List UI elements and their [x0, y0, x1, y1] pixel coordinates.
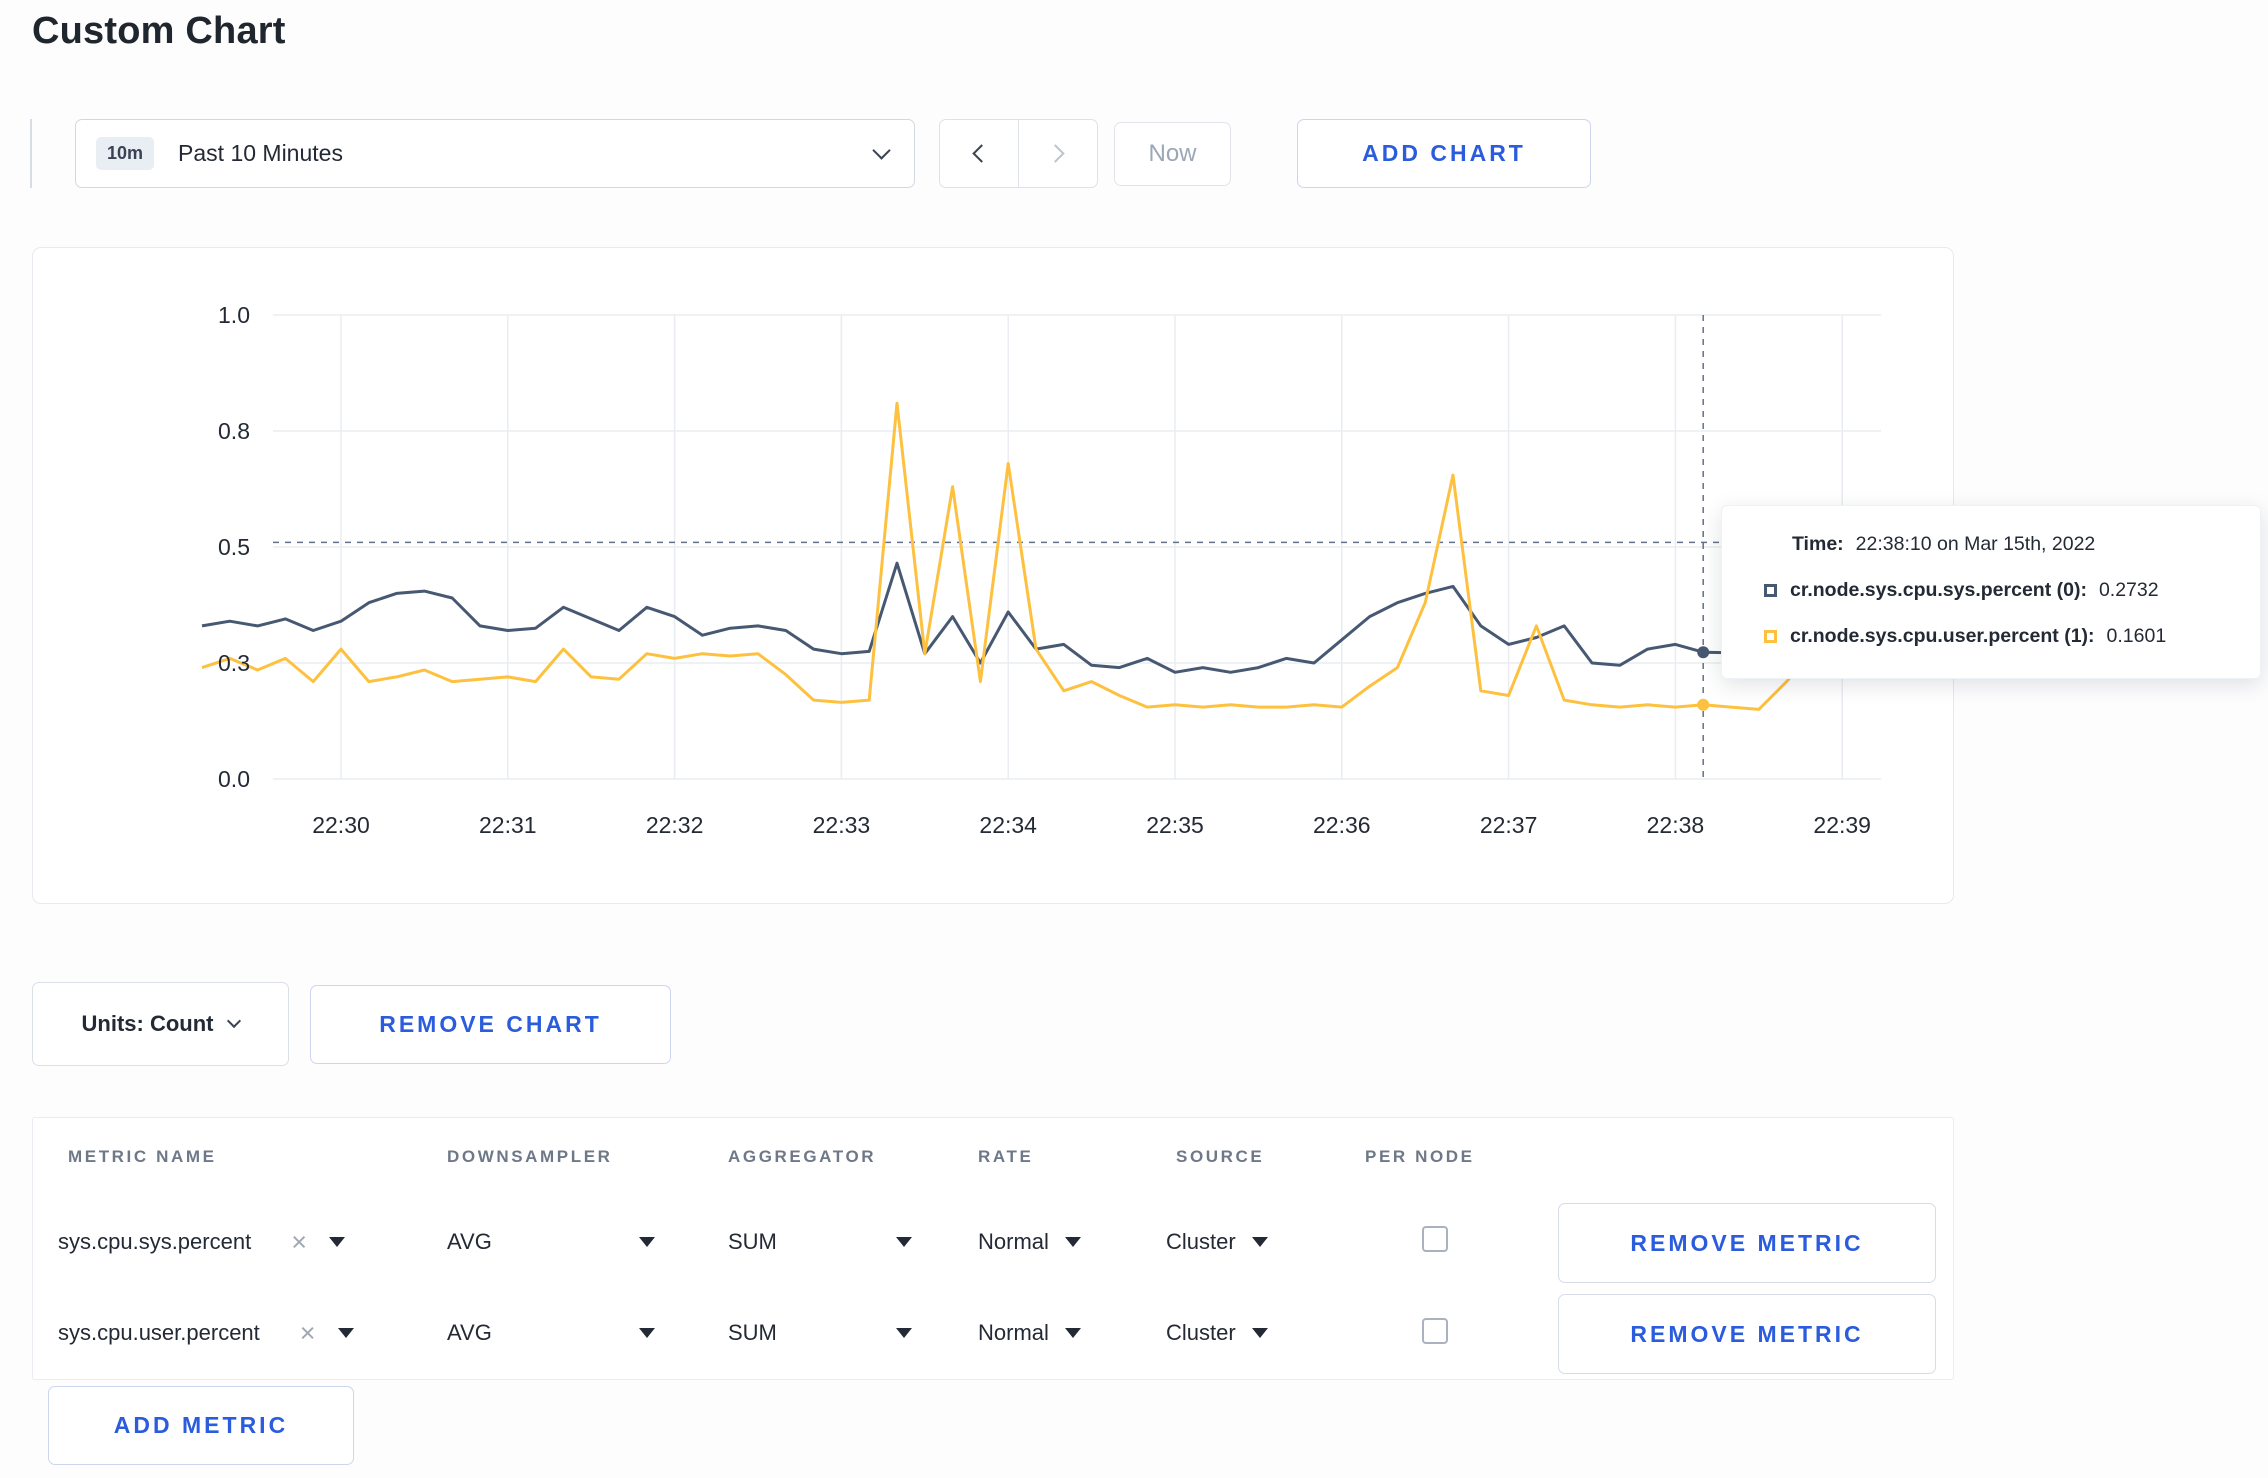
- svg-text:22:32: 22:32: [646, 812, 704, 838]
- aggregator-value: SUM: [728, 1320, 777, 1345]
- metric-name-select[interactable]: sys.cpu.user.percent ×: [58, 1315, 354, 1351]
- clear-icon[interactable]: ×: [291, 1228, 307, 1256]
- tooltip-time-label: Time:: [1792, 533, 1844, 555]
- svg-text:22:34: 22:34: [979, 812, 1037, 838]
- per-node-checkbox[interactable]: [1422, 1226, 1448, 1252]
- tooltip-series-label: cr.node.sys.cpu.sys.percent (0):: [1790, 579, 2087, 601]
- caret-down-icon: [639, 1328, 655, 1338]
- svg-text:22:37: 22:37: [1480, 812, 1538, 838]
- source-select[interactable]: Cluster: [1166, 1224, 1268, 1260]
- caret-down-icon: [1064, 1237, 1081, 1247]
- tooltip-series-row: cr.node.sys.cpu.user.percent (1): 0.1601: [1764, 625, 2230, 648]
- time-window-badge: 10m: [96, 137, 155, 170]
- time-prev-button[interactable]: [939, 119, 1019, 188]
- svg-text:22:30: 22:30: [312, 812, 370, 838]
- add-metric-button[interactable]: ADD METRIC: [48, 1386, 354, 1465]
- svg-text:0.3: 0.3: [218, 650, 250, 676]
- time-nav-group: [939, 119, 1098, 188]
- metric-name-value: sys.cpu.user.percent: [58, 1320, 260, 1345]
- downsampler-value: AVG: [447, 1320, 492, 1345]
- custom-chart-page: Custom Chart 10m Past 10 Minutes Now ADD…: [0, 0, 2268, 1478]
- svg-text:22:31: 22:31: [479, 812, 537, 838]
- aggregator-select[interactable]: SUM: [728, 1224, 912, 1260]
- metric-name-value: sys.cpu.sys.percent: [58, 1229, 252, 1254]
- svg-text:22:38: 22:38: [1647, 812, 1705, 838]
- metric-name-select[interactable]: sys.cpu.sys.percent ×: [58, 1224, 345, 1260]
- add-chart-button[interactable]: ADD CHART: [1297, 119, 1591, 188]
- caret-down-icon: [639, 1237, 655, 1247]
- tooltip-time-value: 22:38:10 on Mar 15th, 2022: [1855, 533, 2096, 555]
- page-title: Custom Chart: [32, 10, 286, 52]
- svg-text:0.0: 0.0: [218, 766, 250, 792]
- time-window-select[interactable]: 10m Past 10 Minutes: [75, 119, 915, 188]
- downsampler-select[interactable]: AVG: [447, 1224, 655, 1260]
- chart-tooltip: Time: 22:38:10 on Mar 15th, 2022 cr.node…: [1721, 505, 2261, 679]
- aggregator-select[interactable]: SUM: [728, 1315, 912, 1351]
- units-label: Units: Count: [81, 1011, 214, 1036]
- tooltip-series-value: 0.2732: [2098, 579, 2159, 601]
- col-header-metric-name: METRIC NAME: [68, 1147, 217, 1166]
- tooltip-time-row: Time: 22:38:10 on Mar 15th, 2022: [1764, 533, 2230, 556]
- svg-text:22:35: 22:35: [1146, 812, 1204, 838]
- svg-text:22:36: 22:36: [1313, 812, 1371, 838]
- remove-metric-button[interactable]: REMOVE METRIC: [1558, 1203, 1936, 1283]
- rate-value: Normal: [978, 1320, 1049, 1345]
- caret-down-icon: [328, 1237, 345, 1247]
- source-value: Cluster: [1166, 1320, 1236, 1345]
- col-header-per-node: PER NODE: [1365, 1147, 1475, 1166]
- caret-down-icon: [337, 1328, 354, 1338]
- now-button[interactable]: Now: [1114, 122, 1231, 186]
- chevron-right-icon: [1045, 144, 1065, 163]
- toolbar-divider: [30, 119, 32, 188]
- rate-select[interactable]: Normal: [978, 1224, 1081, 1260]
- clear-icon[interactable]: ×: [300, 1319, 316, 1347]
- caret-down-icon: [1064, 1328, 1081, 1338]
- source-select[interactable]: Cluster: [1166, 1315, 1268, 1351]
- downsampler-select[interactable]: AVG: [447, 1315, 655, 1351]
- legend-swatch-sys: [1764, 584, 1777, 597]
- svg-text:0.5: 0.5: [218, 534, 250, 560]
- chevron-down-icon: [872, 141, 891, 160]
- remove-chart-button[interactable]: REMOVE CHART: [310, 985, 671, 1064]
- tooltip-series-label: cr.node.sys.cpu.user.percent (1):: [1790, 625, 2095, 647]
- time-window-label: Past 10 Minutes: [178, 140, 343, 166]
- svg-text:1.0: 1.0: [218, 302, 250, 328]
- rate-value: Normal: [978, 1229, 1049, 1254]
- svg-text:22:39: 22:39: [1813, 812, 1871, 838]
- rate-select[interactable]: Normal: [978, 1315, 1081, 1351]
- tooltip-series-value: 0.1601: [2106, 625, 2167, 647]
- legend-swatch-user: [1764, 630, 1777, 643]
- time-next-button[interactable]: [1017, 119, 1098, 188]
- source-value: Cluster: [1166, 1229, 1236, 1254]
- caret-down-icon: [1251, 1328, 1268, 1338]
- metrics-line-chart[interactable]: 0.0 0.3 0.5 0.8 1.0 22:30 22:31 22:32 22:33 22:34…: [33, 248, 1955, 905]
- aggregator-value: SUM: [728, 1229, 777, 1254]
- svg-text:0.8: 0.8: [218, 418, 250, 444]
- chart-card: 0.0 0.3 0.5 0.8 1.0 22:30 22:31 22:32 22:33 22:34…: [32, 247, 1954, 904]
- caret-down-icon: [1251, 1237, 1268, 1247]
- remove-metric-button[interactable]: REMOVE METRIC: [1558, 1294, 1936, 1374]
- svg-text:22:33: 22:33: [813, 812, 871, 838]
- per-node-checkbox[interactable]: [1422, 1318, 1448, 1344]
- chevron-left-icon: [972, 144, 991, 163]
- col-header-source: SOURCE: [1176, 1147, 1265, 1166]
- tooltip-series-row: cr.node.sys.cpu.sys.percent (0): 0.2732: [1764, 579, 2230, 602]
- col-header-aggregator: AGGREGATOR: [728, 1147, 877, 1166]
- downsampler-value: AVG: [447, 1229, 492, 1254]
- col-header-downsampler: DOWNSAMPLER: [447, 1147, 613, 1166]
- caret-down-icon: [896, 1328, 912, 1338]
- units-select[interactable]: Units: Count: [32, 982, 289, 1066]
- chevron-down-icon: [227, 1013, 242, 1029]
- caret-down-icon: [896, 1237, 912, 1247]
- col-header-rate: RATE: [978, 1147, 1034, 1166]
